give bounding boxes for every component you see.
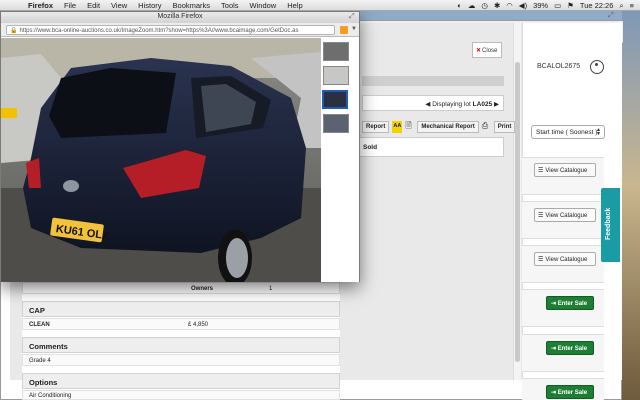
owners-label: Owners bbox=[191, 286, 214, 292]
view-catalogue-label: View Catalogue bbox=[545, 213, 588, 219]
thumbnail[interactable] bbox=[323, 66, 349, 85]
lot-number: LA025 bbox=[472, 101, 493, 108]
cap-section-title: CAP bbox=[22, 301, 340, 317]
enter-sale-label: Enter Sale bbox=[557, 390, 588, 396]
printer-icon: ⎙ bbox=[481, 121, 489, 130]
enter-sale-label: Enter Sale bbox=[557, 346, 588, 352]
menu-file[interactable]: File bbox=[64, 1, 76, 10]
enter-sale-button[interactable]: ⇥ Enter Sale bbox=[546, 296, 594, 310]
popup-title: Mozilla Firefox bbox=[1, 12, 359, 23]
comments-row: Grade 4 bbox=[22, 354, 340, 366]
clock-text[interactable]: Tue 22:26 bbox=[580, 1, 614, 10]
flag-icon[interactable]: ⚑ bbox=[567, 1, 574, 10]
enter-sale-button[interactable]: ⇥ Enter Sale bbox=[546, 385, 594, 399]
close-icon: ✕ bbox=[476, 48, 482, 54]
sold-status: Sold bbox=[358, 137, 504, 157]
view-catalogue-button[interactable]: ☰ View Catalogue bbox=[534, 163, 596, 177]
volume-icon[interactable]: ◀) bbox=[519, 1, 527, 10]
popup-fullscreen-icon[interactable]: ⤢ bbox=[349, 13, 355, 21]
lot-navigator: ◀ Displaying lot LA025 ▶ bbox=[362, 95, 504, 111]
account-name[interactable]: BCALOL2675 bbox=[537, 63, 580, 70]
thumbnail-strip bbox=[321, 38, 359, 282]
view-catalogue-label: View Catalogue bbox=[545, 257, 588, 263]
feedback-label: Feedback bbox=[605, 207, 612, 240]
status-icon[interactable]: ◐ bbox=[457, 1, 462, 10]
menu-view[interactable]: View bbox=[111, 1, 127, 10]
displaying-lot-text: Displaying lot bbox=[432, 101, 471, 108]
view-catalogue-label: View Catalogue bbox=[545, 168, 588, 174]
battery-text[interactable]: 39% bbox=[533, 1, 548, 10]
enter-sale-label: Enter Sale bbox=[557, 301, 588, 307]
popup-url-bar: 🔒 https://www.bca-online-auctions.co.uk/I… bbox=[1, 23, 359, 37]
list-icon: ☰ bbox=[538, 213, 544, 219]
owners-row: Owners 1 bbox=[22, 282, 340, 294]
image-zoom-popup: Mozilla Firefox ⤢ 🔒 https://www.bca-onlin… bbox=[0, 11, 360, 282]
popup-url-field[interactable]: 🔒 https://www.bca-online-auctions.co.uk/I… bbox=[6, 25, 335, 35]
cap-value: £ 4,850 bbox=[188, 322, 209, 328]
search-icon[interactable]: ⌕ bbox=[619, 1, 623, 11]
view-catalogue-button[interactable]: ☰ View Catalogue bbox=[534, 252, 596, 266]
document-icon: 🗎 bbox=[405, 121, 412, 130]
view-catalogue-button[interactable]: ☰ View Catalogue bbox=[534, 208, 596, 222]
options-row: Air Conditioning bbox=[22, 390, 340, 400]
bluetooth-icon[interactable]: ✱ bbox=[494, 1, 500, 10]
print-button[interactable]: Print bbox=[493, 121, 516, 133]
list-icon: ☰ bbox=[538, 168, 544, 174]
thumbnail[interactable] bbox=[323, 114, 349, 133]
mac-menu-bar: Firefox File Edit View History Bookmarks… bbox=[0, 0, 640, 11]
enter-sale-button[interactable]: ⇥ Enter Sale bbox=[546, 341, 594, 355]
cloud-icon[interactable]: ☁ bbox=[468, 1, 476, 10]
next-lot-icon[interactable]: ▶ bbox=[494, 101, 499, 108]
menu-bookmarks[interactable]: Bookmarks bbox=[173, 1, 211, 10]
menu-history[interactable]: History bbox=[138, 1, 161, 10]
menu-window[interactable]: Window bbox=[250, 1, 277, 10]
cap-label: CLEAN bbox=[29, 322, 50, 328]
select-arrows-icon: ▲ ▼ bbox=[596, 127, 601, 137]
options-section-title: Options bbox=[22, 373, 340, 389]
clock-icon[interactable]: ◷ bbox=[481, 1, 488, 10]
comments-section-title: Comments bbox=[22, 337, 340, 353]
wifi-icon[interactable]: ◠ bbox=[506, 1, 513, 10]
rss-icon[interactable] bbox=[340, 26, 348, 34]
report-buttons: Report AA 🗎 Mechanical Report ⎙ Print bbox=[362, 121, 516, 135]
cap-row: CLEAN £ 4,850 bbox=[22, 318, 340, 330]
enter-sale-icon: ⇥ bbox=[551, 301, 558, 307]
menu-tools[interactable]: Tools bbox=[221, 1, 239, 10]
enter-sale-icon: ⇥ bbox=[551, 390, 558, 396]
lock-icon: 🔒 bbox=[10, 28, 18, 34]
menu-app-name[interactable]: Firefox bbox=[28, 1, 53, 10]
battery-icon[interactable]: ▭ bbox=[554, 1, 561, 10]
list-icon[interactable]: ≡ bbox=[630, 1, 634, 10]
enter-sale-icon: ⇥ bbox=[551, 346, 558, 352]
lot-header-bar bbox=[362, 76, 504, 86]
aa-logo: AA bbox=[392, 121, 403, 133]
thumbnail[interactable] bbox=[323, 42, 349, 61]
owners-value: 1 bbox=[269, 286, 273, 292]
close-button[interactable]: ✕Close bbox=[472, 42, 502, 58]
thumbnail-selected[interactable] bbox=[322, 90, 348, 109]
close-label: Close bbox=[482, 48, 498, 54]
menu-help[interactable]: Help bbox=[287, 1, 302, 10]
feedback-tab[interactable]: Feedback bbox=[601, 188, 620, 262]
popup-menu-arrow-icon[interactable]: ▼ bbox=[351, 26, 357, 32]
desktop-edge bbox=[622, 11, 640, 400]
fullscreen-icon[interactable]: ⤢ bbox=[608, 12, 614, 20]
report-button[interactable]: Report bbox=[362, 121, 390, 133]
mechanical-report-button[interactable]: Mechanical Report bbox=[417, 121, 479, 133]
car-photo: KU61 OLX bbox=[1, 38, 321, 282]
menu-edit[interactable]: Edit bbox=[87, 1, 100, 10]
popup-url-text: https://www.bca-online-auctions.co.uk/Im… bbox=[19, 28, 299, 34]
sort-select[interactable]: Start time ( Soonest ) ▲ ▼ bbox=[531, 125, 605, 139]
list-icon: ☰ bbox=[538, 257, 544, 263]
user-avatar-icon[interactable] bbox=[590, 60, 604, 74]
sort-select-value: Start time ( Soonest ) bbox=[536, 129, 598, 136]
scrollbar-thumb[interactable] bbox=[515, 62, 520, 362]
